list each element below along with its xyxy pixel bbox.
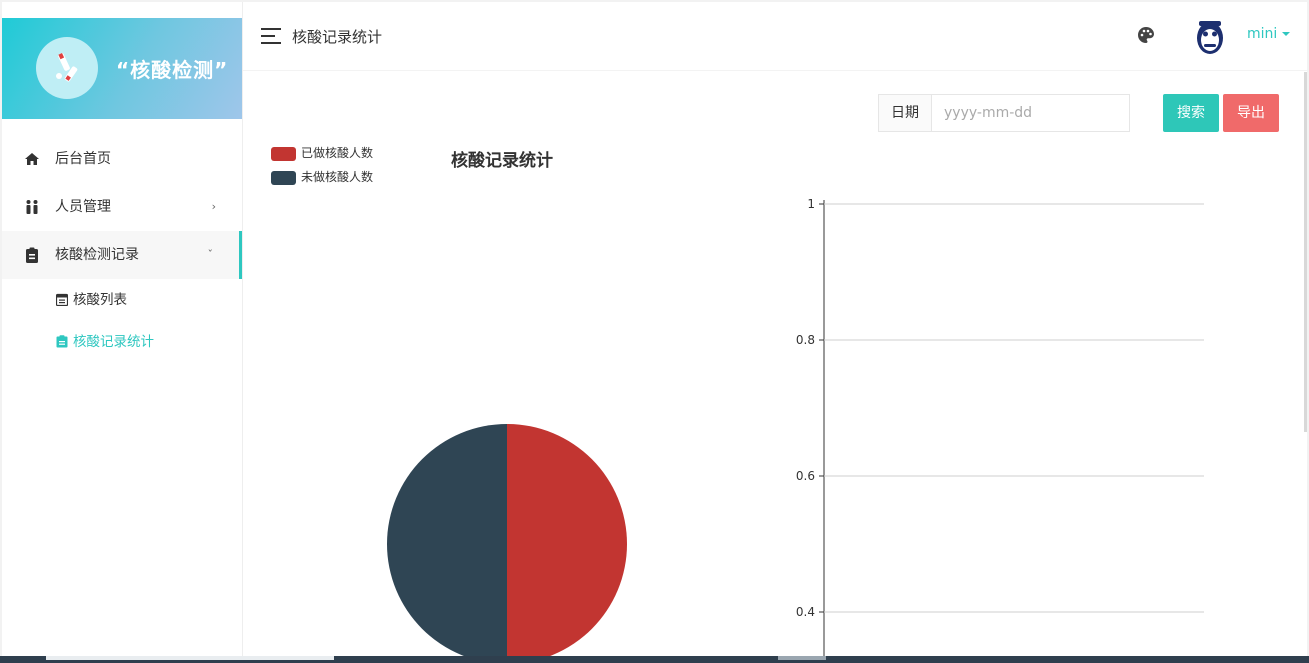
user-menu[interactable]: mini	[1247, 26, 1291, 42]
search-button[interactable]: 搜索	[1163, 94, 1219, 132]
sidebar-item-people[interactable]: 人员管理 ›	[2, 183, 242, 231]
legend-label: 已做核酸人数	[301, 146, 374, 160]
sidebar: “核酸检测” 后台首页 人员管理 › 核酸检测记录 ˇ 核酸列表 核酸记录统计	[2, 2, 243, 656]
legend-swatch	[271, 147, 296, 161]
submenu-item-nucleic-stats[interactable]: 核酸记录统计	[2, 321, 242, 363]
page-title: 核酸记录统计	[292, 28, 383, 46]
user-name: mini	[1247, 26, 1278, 42]
legend-swatch	[271, 171, 296, 185]
clipboard-icon	[26, 247, 38, 263]
sidebar-item-label: 人员管理	[55, 199, 111, 215]
people-icon	[26, 200, 38, 214]
brand-title: “核酸检测”	[116, 58, 229, 82]
y-tick-label: 0.6	[796, 469, 815, 483]
submenu-item-label: 核酸列表	[73, 292, 127, 308]
y-tick-label: 0.8	[796, 333, 815, 347]
legend-label: 未做核酸人数	[301, 170, 374, 184]
date-input[interactable]	[932, 95, 1129, 131]
top-bar: 核酸记录统计 mini	[243, 2, 1307, 71]
submenu-item-label: 核酸记录统计	[73, 334, 154, 350]
chart-legend: 已做核酸人数 未做核酸人数	[271, 145, 373, 193]
caret-down-icon	[1282, 32, 1291, 36]
submenu-item-nucleic-list[interactable]: 核酸列表	[2, 279, 242, 321]
avatar[interactable]	[1193, 16, 1227, 56]
sidebar-item-nucleic-records[interactable]: 核酸检测记录 ˇ	[2, 231, 242, 279]
export-button[interactable]: 导出	[1223, 94, 1279, 132]
brand-header[interactable]: “核酸检测”	[2, 18, 242, 119]
bar-chart: 1 0.8 0.6 0.4	[796, 197, 1204, 656]
palette-icon[interactable]	[1137, 26, 1155, 44]
sidebar-item-label: 核酸检测记录	[55, 247, 139, 263]
chart-title: 核酸记录统计	[451, 151, 553, 171]
pie-slice[interactable]	[387, 424, 507, 656]
pie-chart	[387, 424, 627, 656]
taskbar	[0, 656, 1309, 663]
sidebar-menu: 后台首页 人员管理 › 核酸检测记录 ˇ 核酸列表 核酸记录统计	[2, 135, 242, 363]
y-tick-label: 1	[807, 197, 815, 211]
scrollbar[interactable]	[1304, 72, 1307, 432]
chevron-right-icon: ›	[211, 200, 216, 213]
clipboard-icon	[56, 335, 68, 348]
date-filter: 日期	[878, 94, 1130, 132]
pie-slice[interactable]	[507, 424, 627, 656]
legend-item[interactable]: 已做核酸人数	[271, 145, 373, 169]
app-window: “核酸检测” 后台首页 人员管理 › 核酸检测记录 ˇ 核酸列表 核酸记录统计 …	[2, 2, 1307, 656]
menu-toggle-icon[interactable]	[261, 28, 281, 44]
calendar-icon	[56, 293, 68, 306]
date-label: 日期	[879, 95, 932, 131]
y-tick-label: 0.4	[796, 605, 815, 619]
legend-item[interactable]: 未做核酸人数	[271, 169, 373, 193]
chevron-down-icon: ˇ	[207, 248, 214, 261]
home-icon	[25, 153, 39, 165]
sidebar-item-home[interactable]: 后台首页	[2, 135, 242, 183]
logo-icon	[36, 37, 98, 99]
sidebar-item-label: 后台首页	[55, 151, 111, 167]
